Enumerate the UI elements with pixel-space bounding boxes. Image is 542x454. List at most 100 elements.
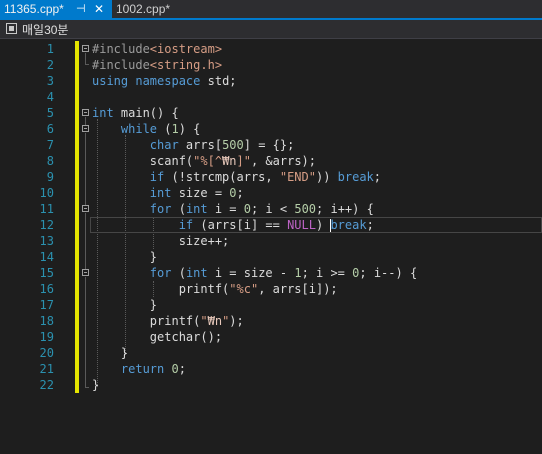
line-number: 11 [39,202,54,216]
collapse-icon[interactable] [82,45,89,52]
document-tab-bar: 11365.cpp* ⊣ ✕ 1002.cpp* [0,0,542,20]
code-token: 500 [294,202,317,216]
line-number: 4 [46,90,54,104]
code-token: #include [92,42,150,56]
code-line[interactable]: #include<string.h> [92,57,222,73]
code-token: scanf( [92,154,194,168]
code-line[interactable]: int size = 0; [92,185,244,201]
line-number: 14 [39,250,54,264]
project-dropdown[interactable]: 매일30분 [22,21,68,38]
code-line[interactable]: for (int i = size - 1; i >= 0; i--) { [92,265,417,281]
code-line[interactable]: char arrs[500] = {}; [92,137,295,153]
code-line[interactable]: printf("%c", arrs[i]); [92,281,338,297]
code-line[interactable]: return 0; [92,361,186,377]
code-token: if [149,170,165,184]
code-line[interactable]: if (arrs[i] == NULL) break; [92,217,374,233]
code-line[interactable]: size++; [92,233,230,249]
collapse-icon[interactable] [82,109,89,116]
code-token: (arrs[i] == [193,218,288,232]
code-token: } [92,378,100,392]
code-token: printf( [92,314,201,328]
code-token: ; [366,218,374,232]
code-line[interactable]: } [92,249,157,265]
code-token: ]" [236,154,251,168]
fold-line [85,277,86,387]
code-line[interactable]: } [92,297,157,313]
change-tracking-bar [75,41,79,393]
code-token: (!strcmp(arrs, [164,170,280,184]
code-token: i = size - [207,266,295,280]
code-token: ₩n [222,154,237,168]
code-token: "END" [279,170,316,184]
code-token: #include [92,58,150,72]
code-token: ; i >= [301,266,353,280]
collapse-icon[interactable] [82,205,89,212]
fold-line [85,53,86,64]
code-token: ( [157,122,172,136]
code-token: ] = {}; [243,138,295,152]
line-number: 15 [39,266,54,280]
code-token: <string.h> [149,58,223,72]
line-number: 20 [39,346,54,360]
code-token: } [92,346,129,360]
code-token: for [149,202,172,216]
fold-line [85,133,86,205]
code-token: size++; [92,234,230,248]
code-line[interactable]: printf("₩n"); [92,313,244,329]
close-icon[interactable]: ✕ [94,0,104,18]
code-token: "%c" [229,282,259,296]
code-line[interactable]: using namespace std; [92,73,237,89]
code-token: ; i++) { [316,202,374,216]
code-token: std; [200,74,237,88]
code-line[interactable]: if (!strcmp(arrs, "END")) break; [92,169,381,185]
navigation-bar: 매일30분 [0,20,542,39]
tab-11365-cpp[interactable]: 11365.cpp* ⊣ ✕ [0,0,112,18]
line-number: 6 [46,122,54,136]
code-line[interactable]: for (int i = 0; i < 500; i++) { [92,201,374,217]
code-token: break [330,218,367,232]
code-token: while [120,122,158,136]
line-number: 3 [46,74,54,88]
line-number: 2 [46,58,54,72]
code-token: using [92,74,129,88]
collapse-icon[interactable] [82,269,89,276]
code-editor[interactable]: 1 2 3 4 5 6 7 8 9 10 11 12 13 14 15 16 17 18 19 20 21 22 #inc… [0,39,542,454]
code-line[interactable]: #include<iostream> [92,41,222,57]
tab-label: 11365.cpp* [4,2,64,16]
code-token: 0 [171,362,179,376]
tab-1002-cpp[interactable]: 1002.cpp* [112,0,182,18]
line-number: 13 [39,234,54,248]
code-token: } [92,250,158,264]
code-token: for [149,266,172,280]
code-token: arrs[ [178,138,223,152]
code-line[interactable]: } [92,345,128,361]
line-number: 9 [46,170,54,184]
fold-end [85,387,89,388]
code-token: int [149,186,172,200]
line-number: 19 [39,330,54,344]
line-number: 8 [46,154,54,168]
code-line[interactable]: int main() { [92,105,179,121]
code-token: getchar(); [92,330,223,344]
collapse-icon[interactable] [82,125,89,132]
code-token: <iostream> [149,42,223,56]
code-token: ; [236,186,244,200]
code-line[interactable]: scanf("%[^₩n]", &arrs); [92,153,316,169]
line-number: 16 [39,282,54,296]
line-number: 21 [39,362,54,376]
code-token: ; i < [250,202,295,216]
code-token: ; i--) { [359,266,418,280]
code-token: , arrs[i]); [258,282,338,296]
code-line[interactable]: } [92,377,99,393]
code-token: )) [315,170,338,184]
line-number: 18 [39,314,54,328]
code-token: ₩n [207,314,223,328]
pin-icon[interactable]: ⊣ [76,0,86,18]
code-line[interactable]: while (1) { [92,121,201,137]
code-line[interactable]: getchar(); [92,329,222,345]
code-token: NULL [287,218,316,232]
